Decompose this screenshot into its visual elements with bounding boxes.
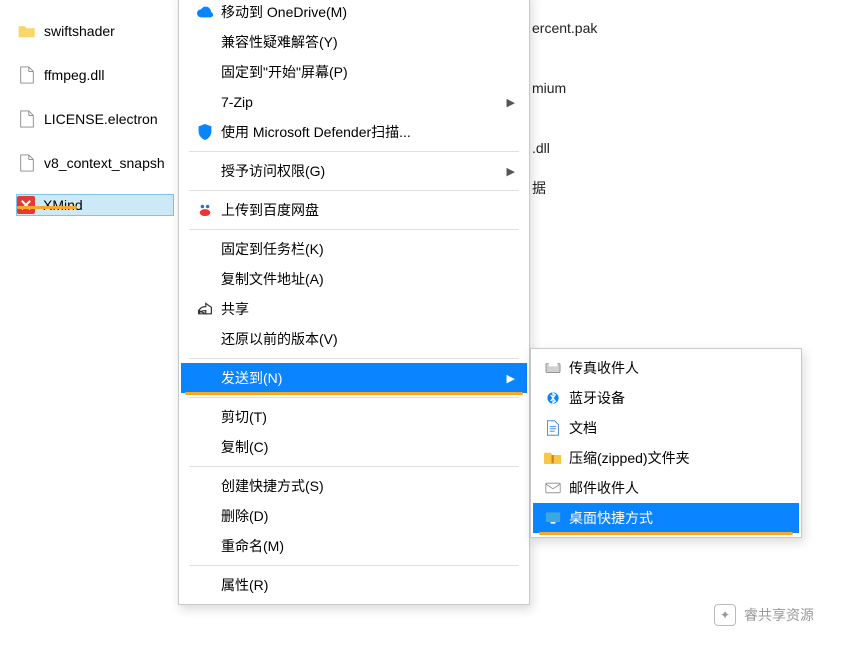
- send-to-submenu: 传真收件人 蓝牙设备 文档 压缩(zipped)文件夹 邮件收件人 桌面快捷方式: [530, 348, 802, 538]
- file-label: XMind: [43, 197, 83, 213]
- menu-label: 授予访问权限(G): [221, 161, 503, 181]
- bg-file: 据: [532, 178, 597, 198]
- menu-grant-access[interactable]: 授予访问权限(G) ▶: [181, 156, 527, 186]
- menu-defender-scan[interactable]: 使用 Microsoft Defender扫描...: [181, 117, 527, 147]
- menu-separator: [189, 565, 519, 566]
- menu-share[interactable]: 共享: [181, 294, 527, 324]
- menu-label: 移动到 OneDrive(M): [221, 2, 515, 22]
- file-item-license[interactable]: LICENSE.electron: [18, 108, 174, 130]
- highlight-underline: [17, 206, 77, 209]
- menu-label: 创建快捷方式(S): [221, 476, 515, 496]
- menu-separator: [189, 358, 519, 359]
- menu-upload-baidu[interactable]: 上传到百度网盘: [181, 195, 527, 225]
- desktop-icon: [541, 511, 565, 525]
- submenu-label: 桌面快捷方式: [569, 508, 791, 528]
- menu-pin-start[interactable]: 固定到"开始"屏幕(P): [181, 57, 527, 87]
- context-menu: 移动到 OneDrive(M) 兼容性疑难解答(Y) 固定到"开始"屏幕(P) …: [178, 0, 530, 605]
- file-label: LICENSE.electron: [44, 111, 158, 127]
- menu-label: 属性(R): [221, 575, 515, 595]
- menu-rename[interactable]: 重命名(M): [181, 531, 527, 561]
- menu-properties[interactable]: 属性(R): [181, 570, 527, 600]
- file-item-swiftshader[interactable]: swiftshader: [18, 20, 174, 42]
- file-item-ffmpeg[interactable]: ffmpeg.dll: [18, 64, 174, 86]
- file-icon: [18, 154, 36, 172]
- chevron-right-icon: ▶: [503, 372, 515, 385]
- submenu-zip[interactable]: 压缩(zipped)文件夹: [533, 443, 799, 473]
- menu-cut[interactable]: 剪切(T): [181, 402, 527, 432]
- menu-copy[interactable]: 复制(C): [181, 432, 527, 462]
- menu-separator: [189, 151, 519, 152]
- menu-move-onedrive[interactable]: 移动到 OneDrive(M): [181, 0, 527, 27]
- file-label: swiftshader: [44, 23, 115, 39]
- file-item-v8context[interactable]: v8_context_snapsh: [18, 152, 174, 174]
- folder-icon: [18, 22, 36, 40]
- chevron-right-icon: ▶: [503, 165, 515, 178]
- submenu-label: 蓝牙设备: [569, 388, 791, 408]
- shield-icon: [193, 124, 217, 140]
- menu-delete[interactable]: 删除(D): [181, 501, 527, 531]
- baidu-icon: [193, 203, 217, 217]
- menu-restore-previous[interactable]: 还原以前的版本(V): [181, 324, 527, 354]
- file-icon: [18, 110, 36, 128]
- file-label: ffmpeg.dll: [44, 67, 104, 83]
- menu-label: 固定到任务栏(K): [221, 239, 515, 259]
- bg-file: ercent.pak: [532, 20, 597, 36]
- menu-label: 使用 Microsoft Defender扫描...: [221, 122, 515, 142]
- submenu-label: 传真收件人: [569, 358, 791, 378]
- submenu-label: 文档: [569, 418, 791, 438]
- chevron-right-icon: ▶: [503, 96, 515, 109]
- bg-file-list: ercent.pak mium .dll 据: [532, 20, 597, 198]
- menu-send-to[interactable]: 发送到(N) ▶: [181, 363, 527, 393]
- menu-label: 发送到(N): [221, 368, 503, 388]
- highlight-underline: [539, 532, 793, 535]
- file-icon: [18, 66, 36, 84]
- menu-7zip[interactable]: 7-Zip ▶: [181, 87, 527, 117]
- xmind-icon: [17, 196, 35, 214]
- menu-label: 删除(D): [221, 506, 515, 526]
- menu-create-shortcut[interactable]: 创建快捷方式(S): [181, 471, 527, 501]
- menu-pin-taskbar[interactable]: 固定到任务栏(K): [181, 234, 527, 264]
- file-label: v8_context_snapsh: [44, 155, 165, 171]
- wechat-icon: ✦: [714, 604, 736, 626]
- bg-file: .dll: [532, 140, 597, 156]
- file-list: swiftshader ffmpeg.dll LICENSE.electron …: [18, 20, 174, 216]
- submenu-documents[interactable]: 文档: [533, 413, 799, 443]
- menu-label: 共享: [221, 299, 515, 319]
- submenu-mail[interactable]: 邮件收件人: [533, 473, 799, 503]
- menu-label: 还原以前的版本(V): [221, 329, 515, 349]
- menu-copy-path[interactable]: 复制文件地址(A): [181, 264, 527, 294]
- menu-label: 重命名(M): [221, 536, 515, 556]
- menu-separator: [189, 397, 519, 398]
- submenu-fax[interactable]: 传真收件人: [533, 353, 799, 383]
- submenu-bluetooth[interactable]: 蓝牙设备: [533, 383, 799, 413]
- menu-separator: [189, 190, 519, 191]
- menu-compat-troubleshoot[interactable]: 兼容性疑难解答(Y): [181, 27, 527, 57]
- menu-label: 固定到"开始"屏幕(P): [221, 62, 515, 82]
- menu-label: 复制文件地址(A): [221, 269, 515, 289]
- file-item-xmind[interactable]: XMind: [16, 194, 174, 216]
- bg-file: mium: [532, 80, 597, 96]
- zip-icon: [541, 451, 565, 465]
- submenu-label: 邮件收件人: [569, 478, 791, 498]
- menu-label: 复制(C): [221, 437, 515, 457]
- menu-label: 兼容性疑难解答(Y): [221, 32, 515, 52]
- menu-label: 7-Zip: [221, 94, 503, 110]
- highlight-underline: [185, 392, 523, 395]
- share-icon: [193, 302, 217, 316]
- submenu-desktop-shortcut[interactable]: 桌面快捷方式: [533, 503, 799, 533]
- fax-icon: [541, 361, 565, 375]
- document-icon: [541, 420, 565, 436]
- menu-separator: [189, 466, 519, 467]
- menu-label: 上传到百度网盘: [221, 200, 515, 220]
- cloud-icon: [193, 6, 217, 18]
- watermark: ✦ 睿共享资源: [714, 604, 814, 626]
- mail-icon: [541, 482, 565, 494]
- submenu-label: 压缩(zipped)文件夹: [569, 448, 791, 468]
- watermark-text: 睿共享资源: [744, 605, 814, 625]
- bluetooth-icon: [541, 390, 565, 406]
- menu-label: 剪切(T): [221, 407, 515, 427]
- menu-separator: [189, 229, 519, 230]
